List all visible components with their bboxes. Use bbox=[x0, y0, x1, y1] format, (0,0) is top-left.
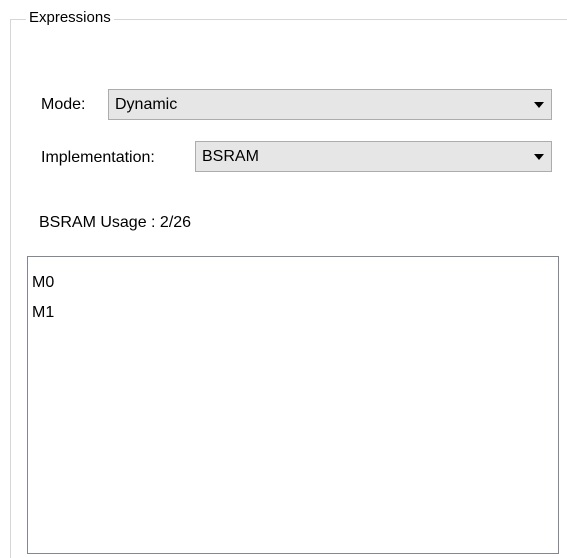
mode-label: Mode: bbox=[41, 96, 86, 113]
bsram-usage-text: BSRAM Usage : 2/26 bbox=[39, 214, 192, 231]
list-item[interactable]: M0 bbox=[32, 272, 54, 294]
list-item[interactable]: M1 bbox=[32, 302, 54, 324]
expressions-panel: Expressions Mode: Dynamic Implementation… bbox=[0, 0, 567, 558]
mode-dropdown[interactable]: Dynamic bbox=[108, 89, 552, 120]
implementation-label: Implementation: bbox=[41, 149, 155, 166]
group-title: Expressions bbox=[26, 8, 114, 27]
implementation-selected-value: BSRAM bbox=[202, 147, 259, 165]
chevron-down-icon bbox=[527, 153, 551, 160]
mode-selected-value: Dynamic bbox=[115, 95, 178, 113]
expressions-listbox[interactable]: M0 M1 bbox=[27, 256, 559, 554]
implementation-dropdown[interactable]: BSRAM bbox=[195, 141, 552, 172]
chevron-down-icon bbox=[527, 101, 551, 108]
